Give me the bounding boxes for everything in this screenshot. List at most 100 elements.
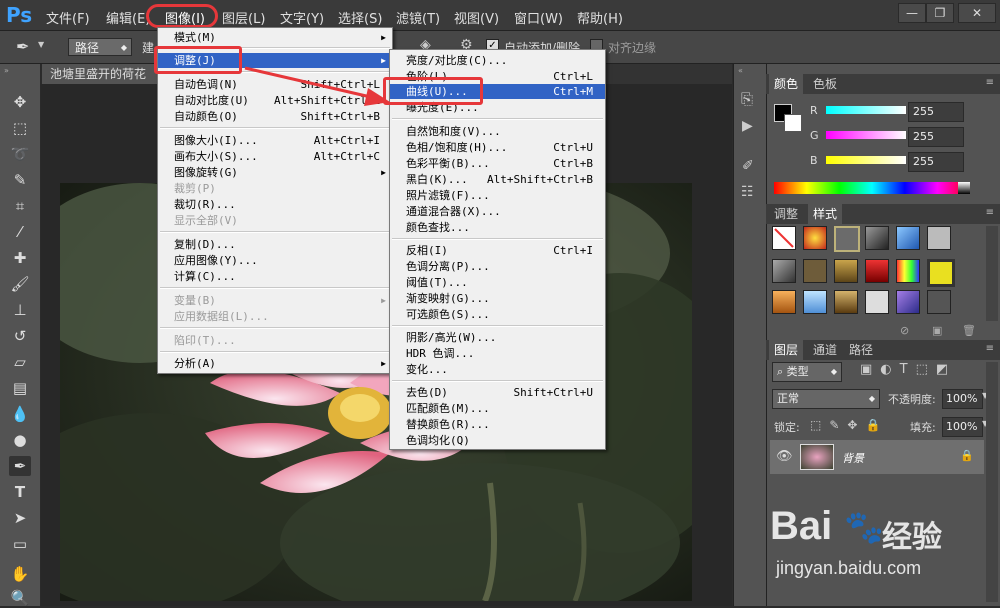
close-button[interactable]: ✕ <box>958 3 996 23</box>
menu-item-variations[interactable]: 变化... <box>390 362 605 377</box>
style-swatch[interactable] <box>865 259 889 283</box>
actions-play-icon[interactable]: ▶ <box>742 118 753 134</box>
menu-item-match-color[interactable]: 匹配颜色(M)... <box>390 401 605 416</box>
panel-menu-icon[interactable]: ≡ <box>986 77 994 88</box>
menu-item-selective-color[interactable]: 可选颜色(S)... <box>390 307 605 322</box>
pen-tool-icon[interactable]: ✒ <box>16 37 29 56</box>
style-swatch[interactable] <box>834 226 860 252</box>
clone-stamp-tool-icon[interactable]: ⊥ <box>9 300 31 320</box>
menu-file[interactable]: 文件(F) <box>46 8 90 27</box>
quick-select-tool-icon[interactable]: ✎ <box>9 170 31 190</box>
properties-panel-icon[interactable]: ☷ <box>741 184 754 200</box>
menu-item-duplicate[interactable]: 复制(D)... <box>158 237 392 252</box>
menu-item-replace-color[interactable]: 替换颜色(R)... <box>390 417 605 432</box>
style-swatch[interactable] <box>803 259 827 283</box>
style-swatch[interactable] <box>896 226 920 250</box>
channel-r-input[interactable]: 255 <box>908 102 964 122</box>
channel-b-input[interactable]: 255 <box>908 152 964 172</box>
channel-g-input[interactable]: 255 <box>908 127 964 147</box>
style-swatch[interactable] <box>772 259 796 283</box>
layer-row-background[interactable]: 👁 背景 🔒 <box>770 440 984 474</box>
layer-kind-filter[interactable]: ⌕ 类型 ◆ <box>772 362 842 382</box>
path-mode-select[interactable]: 路径 ◆ <box>68 38 132 56</box>
path-select-tool-icon[interactable]: ➤ <box>9 508 31 528</box>
move-tool-icon[interactable]: ✥ <box>9 92 31 112</box>
history-panel-icon[interactable]: ⎘ <box>741 90 753 108</box>
style-swatch[interactable] <box>803 290 827 314</box>
channel-g-slider[interactable] <box>826 131 906 139</box>
new-style-icon[interactable]: ▣ <box>932 324 942 337</box>
menu-item-channel-mixer[interactable]: 通道混合器(X)... <box>390 204 605 219</box>
gradient-tool-icon[interactable]: ▤ <box>9 378 31 398</box>
style-none[interactable] <box>772 226 796 250</box>
spectrum-black-white[interactable] <box>958 182 970 194</box>
brush-tool-icon[interactable]: 🖌 <box>9 274 31 294</box>
layer-filter-icons[interactable]: ▣◐T⬚◩ <box>860 362 956 377</box>
panel-menu-icon[interactable]: ≡ <box>986 207 994 218</box>
tab-adjustments[interactable]: 调整 <box>769 204 803 224</box>
trash-icon[interactable]: 🗑 <box>962 324 976 337</box>
hand-tool-icon[interactable]: ✋ <box>9 564 31 584</box>
menu-edit[interactable]: 编辑(E) <box>106 8 150 27</box>
minimize-button[interactable]: — <box>898 3 926 23</box>
tab-channels[interactable]: 通道 <box>808 340 842 360</box>
eye-icon[interactable]: 👁 <box>776 449 793 464</box>
tab-styles[interactable]: 样式 <box>808 204 843 224</box>
style-swatch[interactable] <box>896 259 920 283</box>
menu-item-color-balance[interactable]: 色彩平衡(B)... Ctrl+B <box>390 156 605 171</box>
restore-button[interactable]: ❐ <box>926 3 954 23</box>
menu-item-gradient-map[interactable]: 渐变映射(G)... <box>390 291 605 306</box>
tab-paths[interactable]: 路径 <box>844 340 878 360</box>
type-tool-icon[interactable]: T <box>9 482 31 502</box>
style-swatch[interactable] <box>834 259 858 283</box>
fill-input[interactable]: 100% <box>942 417 983 437</box>
style-swatch[interactable] <box>865 290 889 314</box>
menu-item-black-white[interactable]: 黑白(K)... Alt+Shift+Ctrl+B <box>390 172 605 187</box>
style-swatch[interactable] <box>927 226 951 250</box>
rectangle-tool-icon[interactable]: ▭ <box>9 534 31 554</box>
zoom-tool-icon[interactable]: 🔍 <box>9 588 31 608</box>
channel-b-slider[interactable] <box>826 156 906 164</box>
tab-color[interactable]: 颜色 <box>769 74 804 94</box>
menu-window[interactable]: 窗口(W) <box>514 8 563 27</box>
menu-item-hue-saturation[interactable]: 色相/饱和度(H)... Ctrl+U <box>390 140 605 155</box>
background-color-swatch[interactable] <box>784 114 802 132</box>
pen-tool-icon[interactable]: ✒ <box>9 456 31 476</box>
menu-item-image-size[interactable]: 图像大小(I)... Alt+Ctrl+I <box>158 133 392 148</box>
style-swatch[interactable] <box>865 226 889 250</box>
menu-help[interactable]: 帮助(H) <box>577 8 623 27</box>
menu-type[interactable]: 文字(Y) <box>280 8 324 27</box>
style-swatch[interactable] <box>772 290 796 314</box>
menu-view[interactable]: 视图(V) <box>454 8 499 27</box>
document-tab[interactable]: 池塘里盛开的荷花 <box>42 64 165 84</box>
menu-item-equalize[interactable]: 色调均化(Q) <box>390 433 605 448</box>
blend-mode-select[interactable]: 正常 ◆ <box>772 389 880 409</box>
menu-item-shadows-highlights[interactable]: 阴影/高光(W)... <box>390 330 605 345</box>
menu-item-threshold[interactable]: 阈值(T)... <box>390 275 605 290</box>
style-swatch[interactable] <box>834 290 858 314</box>
menu-item-desaturate[interactable]: 去色(D) Shift+Ctrl+U <box>390 385 605 400</box>
menu-item-auto-color[interactable]: 自动颜色(O) Shift+Ctrl+B <box>158 109 392 124</box>
clear-style-icon[interactable]: ⊘ <box>900 324 909 337</box>
menu-filter[interactable]: 滤镜(T) <box>396 8 440 27</box>
style-swatch[interactable] <box>803 226 827 250</box>
menu-item-vibrance[interactable]: 自然饱和度(V)... <box>390 124 605 139</box>
menu-layer[interactable]: 图层(L) <box>222 8 265 27</box>
menu-item-analysis[interactable]: 分析(A) ▶ <box>158 356 392 371</box>
brush-panel-icon[interactable]: ✐ <box>742 158 754 174</box>
styles-scrollbar[interactable] <box>986 226 998 321</box>
style-swatch[interactable] <box>927 290 951 314</box>
crop-tool-icon[interactable]: ⌗ <box>9 196 31 216</box>
blur-tool-icon[interactable]: 💧 <box>9 404 31 424</box>
menu-item-mode[interactable]: 模式(M) ▶ <box>158 30 392 45</box>
menu-item-invert[interactable]: 反相(I) Ctrl+I <box>390 243 605 258</box>
channel-r-slider[interactable] <box>826 106 906 114</box>
menu-item-hdr-toning[interactable]: HDR 色调... <box>390 346 605 361</box>
healing-brush-tool-icon[interactable]: ✚ <box>9 248 31 268</box>
menu-item-color-lookup[interactable]: 颜色查找... <box>390 220 605 235</box>
menu-item-posterize[interactable]: 色调分离(P)... <box>390 259 605 274</box>
lasso-tool-icon[interactable]: ➰ <box>9 144 31 164</box>
menu-select[interactable]: 选择(S) <box>338 8 382 27</box>
menu-item-brightness-contrast[interactable]: 亮度/对比度(C)... <box>390 53 605 68</box>
collapse-toolbox-icon[interactable]: » <box>4 66 9 75</box>
